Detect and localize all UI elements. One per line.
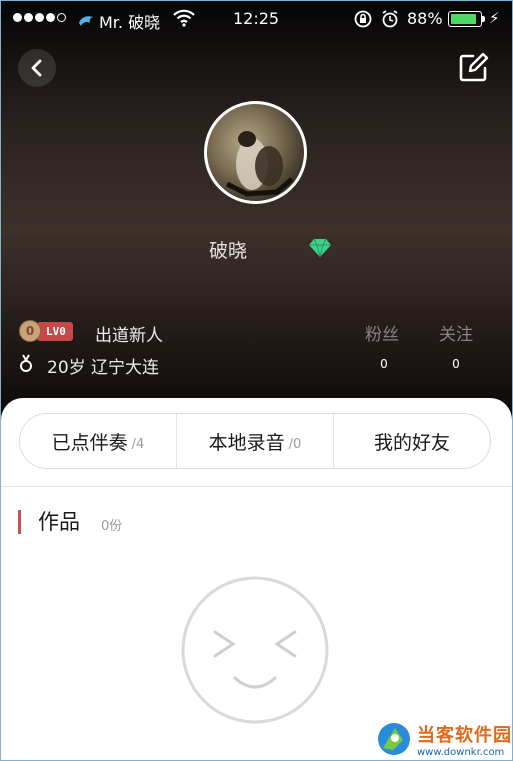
app-screen: Mr. 破晓 12:25 88% ⚡ 破晓 0 LV0 出道新人 20岁 辽宁大… — [0, 0, 513, 761]
follow-label[interactable]: 关注 — [439, 320, 473, 345]
avatar[interactable] — [204, 101, 307, 204]
male-icon — [20, 354, 32, 372]
fans-label[interactable]: 粉丝 — [365, 320, 399, 345]
watermark-url: www.downkr.com — [417, 746, 505, 758]
tab-my-friends[interactable]: 我的好友 — [334, 414, 490, 468]
level-badge: 0 LV0 — [19, 320, 73, 342]
tab-local-recording[interactable]: 本地录音 /0 — [177, 414, 334, 468]
alarm-icon — [382, 10, 398, 28]
level-coin-icon: 0 — [19, 320, 41, 342]
tab-bar: 已点伴奏 /4 本地录音 /0 我的好友 — [19, 413, 491, 469]
tab-count: /0 — [288, 436, 302, 452]
follow-count[interactable]: 0 — [448, 357, 464, 371]
battery-percent: 88% — [407, 9, 443, 28]
fans-count[interactable]: 0 — [376, 357, 392, 371]
carrier-name: Mr. 破晓 — [99, 13, 161, 32]
tab-accompaniment[interactable]: 已点伴奏 /4 — [20, 414, 177, 468]
age-location: 20岁 辽宁大连 — [47, 358, 160, 378]
divider — [1, 486, 512, 487]
level-tag: LV0 — [37, 321, 73, 341]
tab-label: 已点伴奏 — [51, 431, 128, 454]
level-title: 出道新人 — [95, 326, 163, 346]
rotation-lock-icon — [354, 10, 372, 28]
edit-icon[interactable] — [456, 51, 490, 85]
carrier: Mr. 破晓 — [77, 9, 160, 33]
battery-tip — [482, 16, 485, 22]
watermark-text: 当客软件园 www.downkr.com — [417, 721, 512, 758]
site-logo — [378, 723, 410, 755]
avatar-photo — [225, 131, 294, 197]
profile-header: Mr. 破晓 12:25 88% ⚡ 破晓 0 LV0 出道新人 20岁 辽宁大… — [1, 1, 512, 421]
username: 破晓 — [209, 240, 248, 262]
status-bar: Mr. 破晓 12:25 88% ⚡ — [1, 1, 512, 37]
tab-count: /4 — [131, 436, 145, 452]
diamond-icon — [309, 238, 331, 258]
signal-strength-icon — [13, 13, 66, 22]
content-panel: 已点伴奏 /4 本地录音 /0 我的好友 作品 0份 — [1, 398, 512, 760]
battery-level — [451, 14, 476, 24]
clock: 12:25 — [233, 9, 280, 28]
battery-icon — [448, 11, 482, 27]
charging-icon: ⚡ — [489, 9, 500, 27]
tab-label: 本地录音 — [208, 431, 285, 454]
smiley-face-icon — [181, 576, 329, 724]
tab-label: 我的好友 — [373, 431, 450, 454]
works-count: 0份 — [101, 519, 123, 534]
back-button[interactable] — [18, 49, 56, 87]
watermark: 当客软件园 www.downkr.com — [375, 716, 512, 760]
watermark-title: 当客软件园 — [417, 724, 512, 746]
wifi-icon — [173, 9, 195, 27]
chevron-left-icon — [31, 59, 42, 77]
dolphin-icon — [79, 16, 93, 26]
works-title: 作品 — [38, 510, 80, 534]
section-accent-bar — [18, 510, 21, 534]
